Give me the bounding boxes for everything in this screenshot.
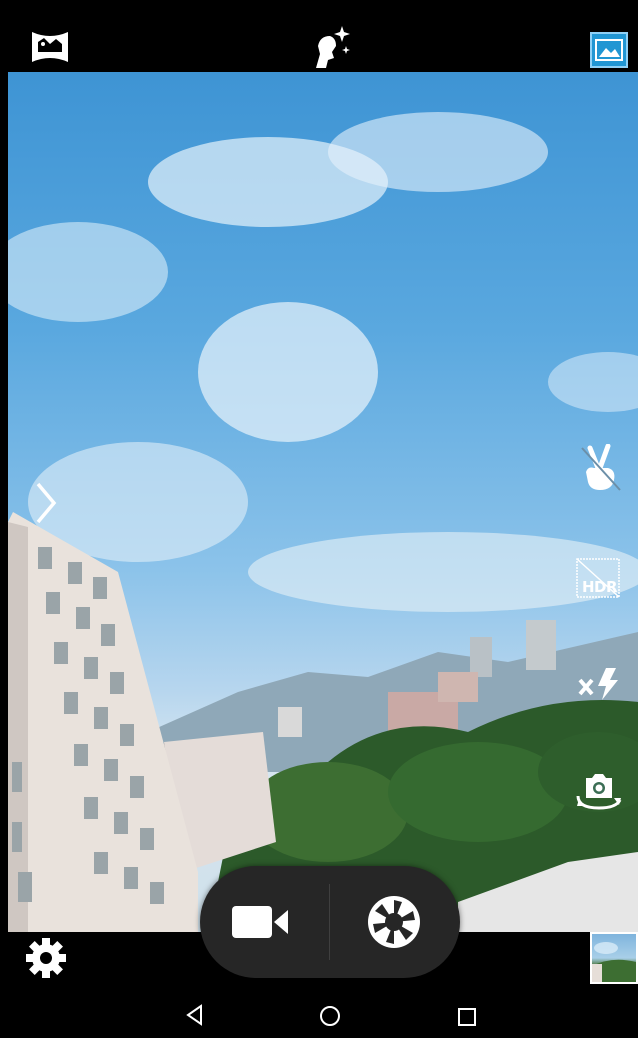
- camera-viewfinder[interactable]: [8, 72, 638, 932]
- panorama-icon[interactable]: [30, 30, 70, 64]
- beauty-mode-icon[interactable]: [306, 24, 352, 70]
- hdr-off-icon[interactable]: HDR: [574, 556, 624, 600]
- expand-menu-arrow-icon[interactable]: [30, 480, 60, 526]
- recents-icon[interactable]: [454, 1004, 480, 1030]
- viewfinder-scene: [8, 112, 638, 932]
- capture-controls: [200, 866, 460, 978]
- flash-off-icon[interactable]: [576, 666, 622, 702]
- settings-icon[interactable]: [24, 936, 68, 980]
- shutter-icon[interactable]: [366, 894, 422, 950]
- hdr-label: HDR: [582, 578, 618, 596]
- switch-camera-icon[interactable]: [574, 772, 624, 814]
- gallery-icon[interactable]: [590, 32, 628, 68]
- last-photo-thumbnail[interactable]: [590, 932, 638, 984]
- back-icon[interactable]: [182, 1002, 208, 1028]
- video-record-icon[interactable]: [230, 902, 292, 942]
- home-icon[interactable]: [316, 1002, 344, 1030]
- pill-divider: [329, 884, 330, 960]
- gesture-shot-icon[interactable]: [578, 444, 622, 494]
- top-bar: [0, 0, 638, 72]
